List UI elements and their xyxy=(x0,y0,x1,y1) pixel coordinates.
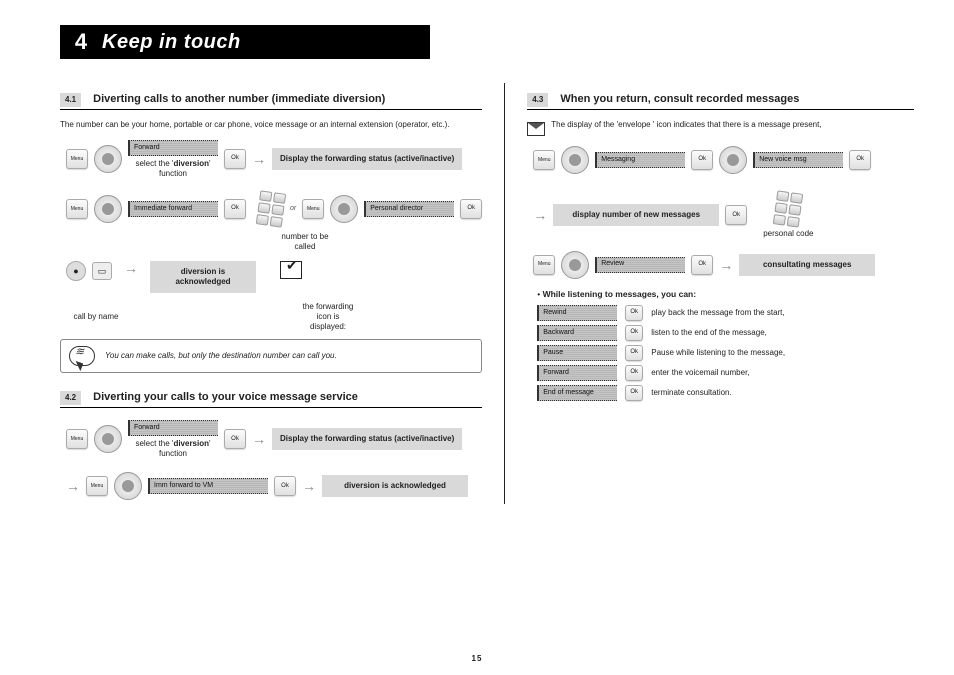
ok-button-icon xyxy=(274,476,296,496)
navigator-icon xyxy=(561,251,589,279)
ok-button-icon xyxy=(224,429,246,449)
arrow-icon: → xyxy=(252,152,266,166)
display-backward: Backward xyxy=(537,325,617,341)
msg-row: End of message terminate consultation. xyxy=(537,385,914,401)
navigator-icon xyxy=(561,146,589,174)
section-43-heading: 4.3 When you return, consult recorded me… xyxy=(527,93,914,110)
display-forward: Forward xyxy=(128,420,218,436)
display-immediate-forward: Immediate forward xyxy=(128,201,218,217)
section-number: 4.1 xyxy=(60,93,81,107)
navigator-icon xyxy=(94,195,122,223)
navigator-icon xyxy=(330,195,358,223)
arrow-icon: → xyxy=(252,432,266,446)
chapter-number: 4 xyxy=(60,29,102,55)
section-42-heading: 4.2 Diverting your calls to your voice m… xyxy=(60,391,482,408)
while-listening-heading: • While listening to messages, you can: xyxy=(537,289,914,300)
msg-row: Backward listen to the end of the messag… xyxy=(537,325,914,341)
display-forward: Forward xyxy=(537,365,617,381)
ok-button-icon xyxy=(224,199,246,219)
section-number: 4.3 xyxy=(527,93,548,107)
msg-text: play back the message from the start, xyxy=(651,308,784,318)
section-title: When you return, consult recorded messag… xyxy=(560,93,799,107)
ok-button-icon xyxy=(224,149,246,169)
msg-text: Pause while listening to the message, xyxy=(651,348,785,358)
caption-select-diversion: select the 'diversion' function xyxy=(135,159,210,178)
display-personal-directory: Personal director xyxy=(364,201,454,217)
new-messages-box: display number of new messages xyxy=(553,204,719,226)
msg-row: Rewind play back the message from the st… xyxy=(537,305,914,321)
section-title: Diverting your calls to your voice messa… xyxy=(93,391,358,405)
caption-call-by-name: call by name xyxy=(66,312,126,322)
keypad-icon xyxy=(773,190,803,227)
forwarding-flag-icon xyxy=(280,261,302,279)
msg-row: Forward enter the voicemail number, xyxy=(537,365,914,381)
or-label: or xyxy=(290,205,296,214)
menu-button-icon xyxy=(533,255,555,275)
speech-bubble-icon xyxy=(69,346,95,366)
menu-button-icon xyxy=(66,149,88,169)
navigator-icon xyxy=(94,145,122,173)
msg-text: listen to the end of the message, xyxy=(651,328,767,338)
section-title: Diverting calls to another number (immed… xyxy=(93,93,385,107)
ok-button-icon xyxy=(691,255,713,275)
display-end-of-message: End of message xyxy=(537,385,617,401)
tip-text: You can make calls, but only the destina… xyxy=(105,351,337,361)
msg-text: terminate consultation. xyxy=(651,388,732,398)
ok-button-icon xyxy=(625,385,643,401)
menu-button-icon xyxy=(66,429,88,449)
display-imm-fwd-vm: Imm forward to VM xyxy=(148,478,268,494)
display-review: Review xyxy=(595,257,685,273)
caption-fwd-icon: the forwarding icon is displayed: xyxy=(288,302,368,331)
caption-personal-code: personal code xyxy=(763,229,813,239)
ok-button-icon xyxy=(625,365,643,381)
section-43-intro: The display of the 'envelope ' icon indi… xyxy=(551,120,914,130)
consulting-box: consultating messages xyxy=(739,254,875,276)
display-forward: Forward xyxy=(128,140,218,156)
envelope-icon xyxy=(527,122,545,136)
status-box: Display the forwarding status (active/in… xyxy=(272,428,462,450)
section-number: 4.2 xyxy=(60,391,81,405)
msg-text: enter the voicemail number, xyxy=(651,368,749,378)
navigator-icon xyxy=(114,472,142,500)
chapter-title: Keep in touch xyxy=(102,31,241,54)
msg-row: Pause Pause while listening to the messa… xyxy=(537,345,914,361)
tip-box: You can make calls, but only the destina… xyxy=(60,339,482,373)
arrow-icon: → xyxy=(66,479,80,493)
status-box: Display the forwarding status (active/in… xyxy=(272,148,462,170)
display-messaging: Messaging xyxy=(595,152,685,168)
keypad-icon xyxy=(256,191,286,228)
arrow-icon: → xyxy=(302,479,316,493)
ack-box: diversion is acknowledged xyxy=(322,475,468,497)
menu-button-icon xyxy=(533,150,555,170)
caption-number-called: number to be called xyxy=(270,232,340,251)
ok-button-icon xyxy=(849,150,871,170)
chapter-bar: 4 Keep in touch xyxy=(60,25,430,59)
ack-box: diversion is acknowledged xyxy=(150,261,256,293)
arrow-icon: → xyxy=(124,261,138,275)
ok-button-icon xyxy=(725,205,747,225)
speaker-icon: ● xyxy=(66,261,86,281)
display-pause: Pause xyxy=(537,345,617,361)
navigator-icon xyxy=(719,146,747,174)
handset-icon: ▭ xyxy=(92,262,112,280)
navigator-icon xyxy=(94,425,122,453)
caption-select-diversion: select the 'diversion' function xyxy=(135,439,210,458)
section-41-heading: 4.1 Diverting calls to another number (i… xyxy=(60,93,482,110)
display-rewind: Rewind xyxy=(537,305,617,321)
ok-button-icon xyxy=(625,305,643,321)
display-new-voice-msg: New voice msg xyxy=(753,152,843,168)
ok-button-icon xyxy=(691,150,713,170)
ok-button-icon xyxy=(625,325,643,341)
menu-button-icon xyxy=(86,476,108,496)
arrow-icon: → xyxy=(719,258,733,272)
ok-button-icon xyxy=(460,199,482,219)
menu-button-icon xyxy=(302,199,324,219)
arrow-icon: → xyxy=(533,208,547,222)
menu-button-icon xyxy=(66,199,88,219)
section-41-intro: The number can be your home, portable or… xyxy=(60,120,482,130)
ok-button-icon xyxy=(625,345,643,361)
page-number: 15 xyxy=(0,654,954,663)
